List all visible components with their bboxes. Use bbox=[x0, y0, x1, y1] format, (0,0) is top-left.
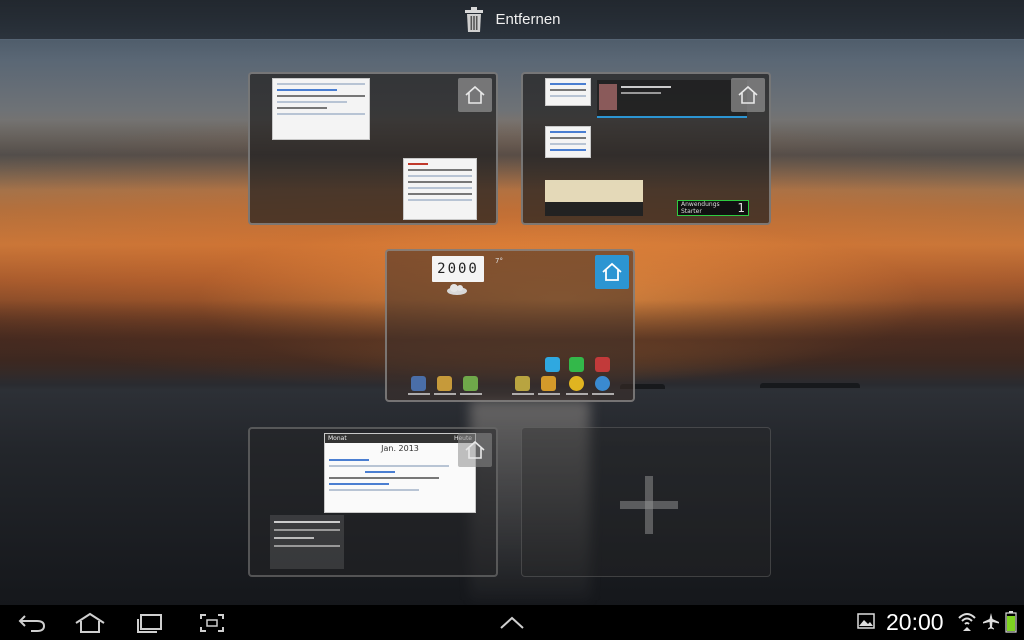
status-clock: 20:00 bbox=[886, 609, 944, 635]
calendar-view-label: Monat bbox=[328, 435, 347, 442]
trash-icon bbox=[463, 6, 485, 33]
camera-icon bbox=[411, 376, 426, 391]
battery-icon bbox=[1005, 611, 1017, 633]
home-icon bbox=[465, 440, 485, 459]
chevron-up-icon bbox=[500, 616, 524, 629]
app-caption bbox=[408, 393, 430, 395]
clock-widget: 2000 bbox=[432, 256, 484, 282]
system-bar: 20:00 bbox=[0, 605, 1024, 640]
add-page-button[interactable] bbox=[521, 427, 771, 577]
mini-widget bbox=[545, 126, 591, 158]
back-icon bbox=[18, 615, 46, 632]
remove-area[interactable]: Entfernen bbox=[463, 6, 561, 33]
app-caption bbox=[434, 393, 456, 395]
screenshot-icon bbox=[200, 614, 224, 632]
home-icon bbox=[602, 262, 622, 281]
gallery-app-icon bbox=[541, 376, 556, 391]
airplane-icon bbox=[983, 613, 999, 630]
app-caption bbox=[592, 393, 614, 395]
remove-drop-zone[interactable]: Entfernen bbox=[0, 0, 1024, 40]
home-page-thumbnail-1[interactable] bbox=[248, 72, 498, 225]
home-page-thumbnail-2[interactable]: Anwendungs Starter 1 bbox=[521, 72, 771, 225]
home-icon bbox=[75, 612, 105, 633]
facebook-icon bbox=[595, 357, 610, 372]
whatsapp-icon bbox=[569, 357, 584, 372]
mini-widget bbox=[545, 78, 591, 106]
screenshot-button[interactable] bbox=[194, 610, 230, 636]
browser-icon bbox=[595, 376, 610, 391]
recent-apps-icon bbox=[137, 614, 162, 633]
app-caption bbox=[460, 393, 482, 395]
skype-icon bbox=[545, 357, 560, 372]
contacts-icon bbox=[437, 376, 452, 391]
mini-browser-widget bbox=[272, 78, 370, 140]
set-home-button[interactable] bbox=[458, 433, 492, 467]
mini-list-widget bbox=[403, 158, 477, 220]
recent-apps-button[interactable] bbox=[132, 610, 168, 636]
app-drawer-button[interactable] bbox=[494, 610, 530, 636]
chrome-icon bbox=[569, 376, 584, 391]
plus-icon bbox=[620, 476, 680, 536]
app-caption bbox=[566, 393, 588, 395]
current-home-button[interactable] bbox=[595, 255, 629, 289]
island bbox=[760, 383, 860, 388]
mini-email-widget bbox=[270, 515, 344, 569]
home-page-thumbnail-3[interactable]: 2000 7° bbox=[385, 249, 635, 402]
mini-news-widget bbox=[597, 80, 747, 118]
app-folder-icon bbox=[515, 376, 530, 391]
wallpaper-clouds bbox=[0, 120, 1024, 190]
home-icon bbox=[738, 85, 758, 104]
maps-icon bbox=[463, 376, 478, 391]
gallery-icon bbox=[857, 613, 875, 629]
app-launcher-number: 1 bbox=[737, 201, 745, 215]
app-launcher-widget: Anwendungs Starter 1 bbox=[677, 200, 749, 216]
cloud-weather-icon bbox=[447, 284, 467, 295]
set-home-button[interactable] bbox=[458, 78, 492, 112]
home-button[interactable] bbox=[72, 610, 108, 636]
app-caption bbox=[538, 393, 560, 395]
home-page-thumbnail-4[interactable]: Monat Heute Jan. 2013 bbox=[248, 427, 498, 577]
app-caption bbox=[512, 393, 534, 395]
back-button[interactable] bbox=[14, 610, 50, 636]
remove-label: Entfernen bbox=[495, 11, 561, 28]
temperature-label: 7° bbox=[495, 257, 503, 265]
home-icon bbox=[465, 85, 485, 104]
mini-calendar-widget: Monat Heute Jan. 2013 bbox=[324, 433, 476, 513]
wifi-icon bbox=[958, 613, 976, 631]
mini-notes-widget bbox=[545, 180, 643, 216]
app-launcher-label: Anwendungs Starter bbox=[681, 201, 720, 215]
set-home-button[interactable] bbox=[731, 78, 765, 112]
calendar-month-label: Jan. 2013 bbox=[381, 444, 419, 453]
